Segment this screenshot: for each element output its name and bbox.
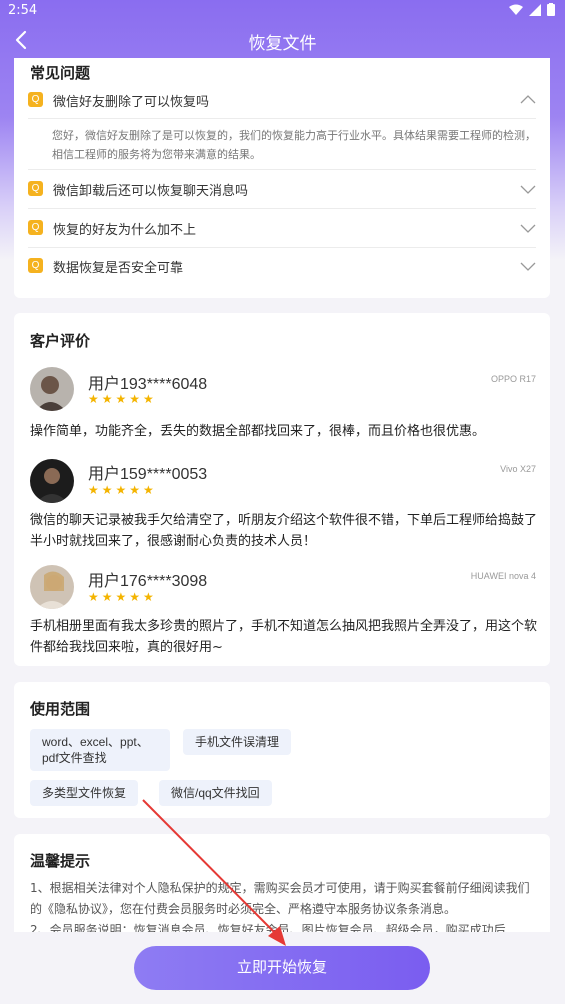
rating-stars: ★★★★★: [88, 392, 157, 406]
rating-stars: ★★★★★: [88, 590, 157, 604]
avatar: [30, 459, 74, 503]
start-recovery-button[interactable]: 立即开始恢复: [134, 946, 430, 990]
faq-title: 常见问题: [30, 64, 91, 82]
faq-question: 微信卸载后还可以恢复聊天消息吗: [53, 184, 249, 199]
scope-tag: 手机文件误清理: [183, 729, 292, 755]
tips-line: 1、根据相关法律对个人隐私保护的规定，需购买会员才可使用，请于购买套餐前仔细阅读…: [30, 881, 530, 916]
avatar: [30, 367, 74, 411]
review-user: 用户176****3098: [88, 573, 208, 590]
faq-answer: 您好，微信好友删除了是可以恢复的，我们的恢复能力高于行业水平。具体结果需要工程师…: [52, 129, 536, 161]
chevron-down-icon[interactable]: [520, 221, 536, 235]
question-badge-icon: Q: [28, 220, 43, 235]
wifi-icon: [509, 4, 523, 15]
faq-card: 常见问题 Q 微信好友删除了可以恢复吗 您好，微信好友删除了是可以恢复的，我们的…: [14, 58, 550, 298]
nav-bar: 恢复文件: [0, 24, 565, 58]
question-badge-icon: Q: [28, 92, 43, 107]
review-device: Vivo X27: [500, 464, 536, 474]
chevron-up-icon[interactable]: [520, 93, 536, 107]
faq-question: 数据恢复是否安全可靠: [53, 261, 184, 276]
battery-icon: [547, 3, 555, 16]
avatar: [30, 565, 74, 609]
faq-item[interactable]: Q 微信卸载后还可以恢复聊天消息吗: [28, 170, 536, 208]
review-user: 用户159****0053: [88, 466, 208, 483]
review-text: 手机相册里面有我太多珍贵的照片了，手机不知道怎么抽风把我照片全弄没了，用这个软件…: [30, 619, 538, 655]
chevron-down-icon[interactable]: [520, 259, 536, 273]
scope-title: 使用范围: [30, 700, 91, 718]
faq-question: 微信好友删除了可以恢复吗: [53, 95, 210, 110]
faq-item[interactable]: Q 微信好友删除了可以恢复吗: [28, 81, 536, 119]
reviews-title: 客户评价: [30, 332, 91, 350]
review-text: 微信的聊天记录被我手欠给清空了，听朋友介绍这个软件很不错，下单后工程师给捣鼓了半…: [30, 513, 538, 549]
tips-title: 温馨提示: [30, 852, 91, 870]
faq-question: 恢复的好友为什么加不上: [53, 223, 197, 238]
signal-icon: [529, 3, 541, 16]
divider: [28, 118, 536, 119]
status-bar: 2:54: [0, 0, 565, 24]
question-badge-icon: Q: [28, 258, 43, 273]
page-title: 恢复文件: [248, 34, 317, 54]
chevron-down-icon[interactable]: [520, 182, 536, 196]
question-badge-icon: Q: [28, 181, 43, 196]
scope-tag: 微信/qq文件找回: [159, 780, 272, 806]
review-device: HUAWEI nova 4: [470, 571, 536, 581]
scope-tag: word、excel、ppt、pdf文件查找: [30, 729, 170, 771]
status-time: 2:54: [8, 3, 38, 18]
rating-stars: ★★★★★: [88, 483, 157, 497]
review-device: OPPO R17: [490, 374, 536, 384]
scope-tag: 多类型文件恢复: [30, 780, 139, 806]
review-user: 用户193****6048: [88, 376, 208, 393]
review-text: 操作简单，功能齐全，丢失的数据全部都找回来了，很棒，而且价格也很优惠。: [30, 424, 486, 439]
scope-card: 使用范围 word、excel、ppt、pdf文件查找 手机文件误清理 多类型文…: [14, 682, 550, 818]
faq-item[interactable]: Q 数据恢复是否安全可靠: [28, 247, 536, 285]
status-icons: [509, 3, 555, 16]
faq-item[interactable]: Q 恢复的好友为什么加不上: [28, 209, 536, 247]
reviews-card: 客户评价 用户193****6048 OPPO R17 ★★★★★ 操作简单，功…: [14, 313, 550, 666]
